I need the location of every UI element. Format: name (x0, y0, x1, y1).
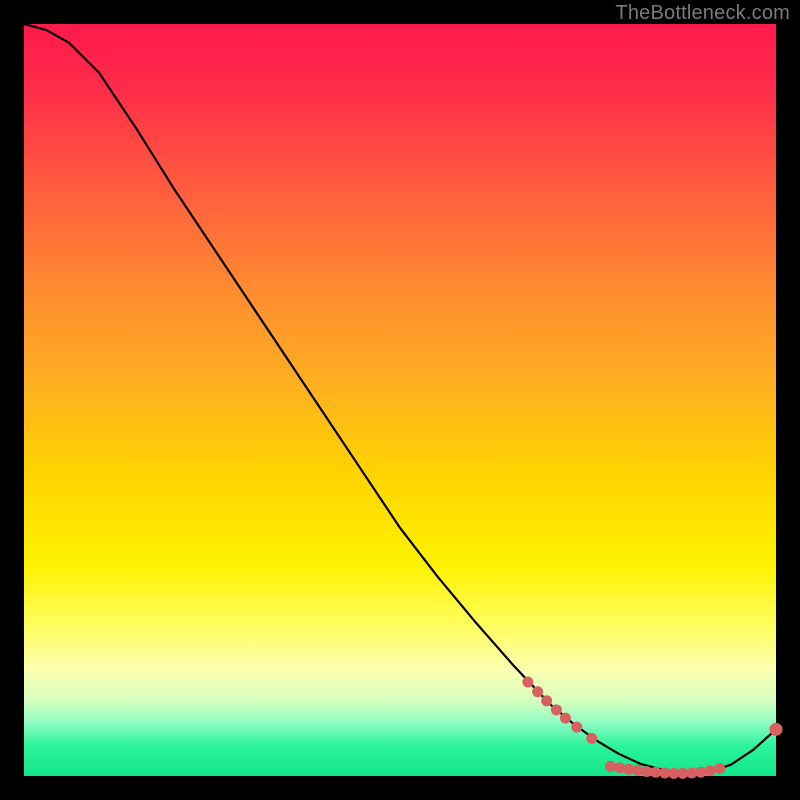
bottleneck-curve (24, 24, 776, 773)
data-marker (704, 765, 715, 776)
data-marker (551, 704, 562, 715)
data-marker (560, 713, 571, 724)
data-marker (541, 695, 552, 706)
data-marker (770, 723, 783, 736)
watermark-text: TheBottleneck.com (615, 2, 790, 25)
data-marker (586, 733, 597, 744)
data-markers (522, 677, 782, 779)
chart-svg (24, 24, 776, 776)
chart-area (24, 24, 776, 776)
data-marker (532, 686, 543, 697)
data-marker (714, 763, 725, 774)
data-marker (571, 722, 582, 733)
data-marker (522, 677, 533, 688)
